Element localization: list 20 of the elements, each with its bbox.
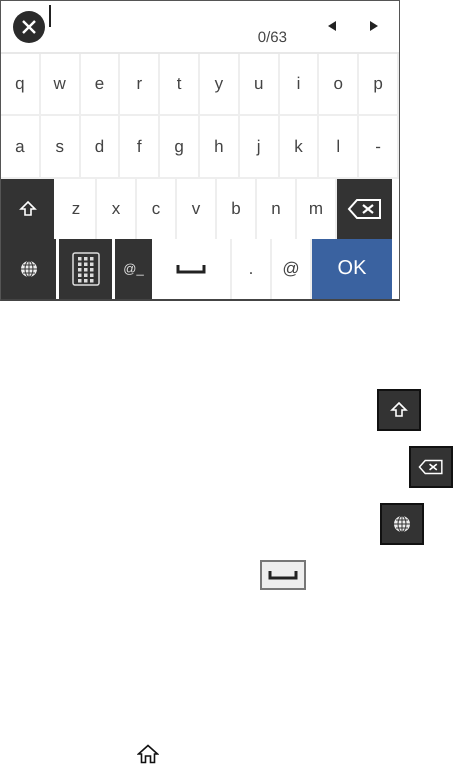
- keypad-icon: [72, 252, 100, 286]
- home-icon: [137, 744, 159, 764]
- globe-key[interactable]: [1, 238, 59, 299]
- close-icon: [21, 18, 37, 35]
- space-icon: [176, 262, 206, 275]
- space-icon: [268, 569, 298, 581]
- left-arrow-icon: [328, 21, 336, 31]
- backspace-key[interactable]: [337, 178, 395, 239]
- shift-icon: [18, 200, 36, 218]
- globe-icon: [20, 260, 38, 278]
- ok-key[interactable]: OK: [312, 238, 392, 299]
- character-counter: 0/63: [258, 29, 287, 46]
- right-arrow-icon: [370, 21, 378, 31]
- symbols-key[interactable]: @_: [115, 238, 152, 299]
- close-button[interactable]: [13, 10, 45, 43]
- shift-icon: [390, 401, 408, 419]
- keypad-key[interactable]: [59, 238, 115, 299]
- backspace-icon: [346, 198, 382, 220]
- globe-icon: [393, 515, 411, 533]
- shift-key[interactable]: [1, 178, 57, 239]
